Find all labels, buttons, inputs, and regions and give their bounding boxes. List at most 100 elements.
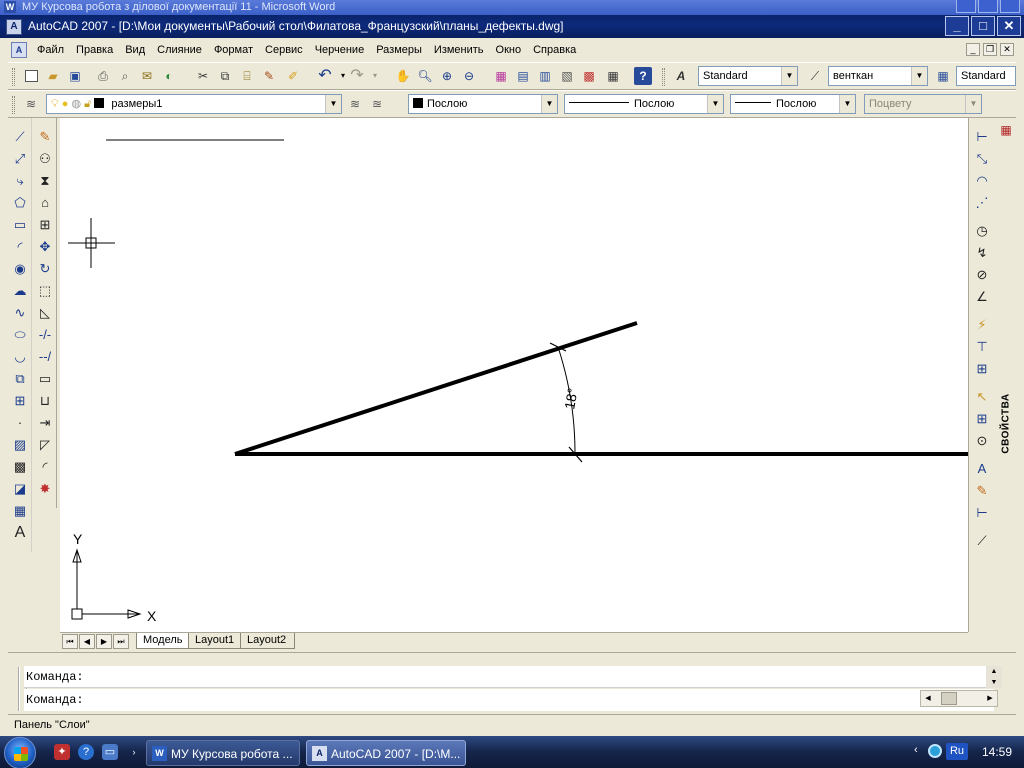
construction-line-icon[interactable]: ⤢ (11, 150, 29, 168)
arc-length-icon[interactable]: ◠ (973, 172, 991, 190)
rectangle-icon[interactable]: ▭ (11, 216, 29, 234)
first-tab-icon[interactable]: ⏮ (62, 634, 78, 649)
diameter-dimension-icon[interactable]: ⊘ (973, 266, 991, 284)
stretch-icon[interactable]: ◺ (36, 304, 54, 322)
text-style-select[interactable]: Standard ▼ (698, 66, 798, 86)
arc-icon[interactable]: ◜ (11, 238, 29, 256)
menu-draw[interactable]: Черчение (309, 40, 371, 60)
close-button[interactable]: ✕ (997, 16, 1021, 36)
autocad-app-icon[interactable]: A (6, 19, 22, 35)
menu-merge[interactable]: Слияние (151, 40, 208, 60)
toolbar-grip[interactable] (12, 68, 15, 86)
linetype-select[interactable]: Послою ▼ (564, 94, 724, 114)
plot-icon[interactable]: ⎙ (94, 67, 112, 85)
dimension-text-edit-icon[interactable]: ✎ (973, 482, 991, 500)
move-icon[interactable]: ✥ (36, 238, 54, 256)
tab-layout1[interactable]: Layout1 (188, 633, 244, 649)
make-object-layer-current-icon[interactable]: ≋ (346, 95, 364, 113)
network-icon[interactable] (928, 744, 942, 758)
tab-layout2[interactable]: Layout2 (240, 633, 296, 649)
multiline-text-icon[interactable]: A (11, 524, 29, 542)
pan-realtime-icon[interactable]: ✋ (394, 67, 412, 85)
table-style-icon[interactable]: ▦ (934, 67, 952, 85)
doc-restore-button[interactable]: ❐ (983, 43, 997, 56)
lineweight-select[interactable]: Послою ▼ (730, 94, 856, 114)
plot-preview-icon[interactable]: ⌕ (116, 67, 134, 85)
last-tab-icon[interactable]: ⏭ (113, 634, 129, 649)
extend-icon[interactable]: --/ (36, 348, 54, 366)
dimension-edit-icon[interactable]: A (973, 460, 991, 478)
layer-previous-icon[interactable]: ≊ (368, 95, 386, 113)
markup-set-icon[interactable]: ▩ (580, 67, 598, 85)
jogged-dimension-icon[interactable]: ↯ (973, 244, 991, 262)
point-icon[interactable]: · (11, 414, 29, 432)
spline-icon[interactable]: ∿ (11, 304, 29, 322)
quick-leader-icon[interactable]: ↖ (973, 388, 991, 406)
save-icon[interactable]: ▣ (66, 67, 84, 85)
open-icon[interactable]: ▰ (44, 67, 62, 85)
scale-icon[interactable]: ⬚ (36, 282, 54, 300)
command-vertical-scrollbar[interactable]: ▲ ▼ (986, 666, 1002, 688)
region-icon[interactable]: ◪ (11, 480, 29, 498)
toolbar-grip[interactable] (662, 68, 665, 86)
tab-model[interactable]: Модель (136, 633, 192, 649)
break-at-point-icon[interactable]: ▭ (36, 370, 54, 388)
chamfer-icon[interactable]: ◸ (36, 436, 54, 454)
properties-palette[interactable]: ▦ СВОЙСТВА (994, 118, 1018, 632)
drawing-canvas[interactable]: 18° Y X (60, 118, 968, 632)
table-style-select[interactable]: Standard (956, 66, 1016, 86)
properties-icon[interactable]: ▦ (492, 67, 510, 85)
dim-style-select[interactable]: венткан ▼ (828, 66, 928, 86)
zoom-window-icon[interactable]: ⊕ (438, 67, 456, 85)
tray-expand-icon[interactable]: ‹ (914, 744, 918, 756)
show-desktop-icon[interactable]: ▭ (102, 744, 118, 760)
taskbar-item-autocad[interactable]: A AutoCAD 2007 - [D:\М... (306, 740, 466, 766)
gradient-icon[interactable]: ▩ (11, 458, 29, 476)
paste-icon[interactable]: ⌸ (238, 67, 256, 85)
baseline-dimension-icon[interactable]: ⊤ (973, 338, 991, 356)
angular-dimension-icon[interactable]: ∠ (973, 288, 991, 306)
maximize-button[interactable]: □ (971, 16, 995, 36)
toolbar-grip[interactable] (12, 96, 15, 114)
layer-select[interactable]: 💡︎ ● ◍ 🔓︎ размеры1 ▼ (46, 94, 342, 114)
design-center-icon[interactable]: ▤ (514, 67, 532, 85)
break-icon[interactable]: ⊔ (36, 392, 54, 410)
quicklaunch-app-icon[interactable]: ✦ (54, 744, 70, 760)
center-mark-icon[interactable]: ⊙ (973, 432, 991, 450)
ellipse-arc-icon[interactable]: ◡ (11, 348, 29, 366)
menu-dimension[interactable]: Размеры (370, 40, 428, 60)
match-properties-icon[interactable]: ✎ (260, 67, 278, 85)
scroll-thumb[interactable] (941, 692, 957, 705)
menu-format[interactable]: Формат (208, 40, 259, 60)
zoom-previous-icon[interactable]: ⊖ (460, 67, 478, 85)
text-style-icon[interactable]: A (672, 67, 690, 85)
sheet-set-icon[interactable]: ▧ (558, 67, 576, 85)
help-center-icon[interactable]: ? (78, 744, 94, 760)
dim-style-icon[interactable]: ⟋ (806, 67, 824, 85)
fillet-icon[interactable]: ◜ (36, 458, 54, 476)
array-icon[interactable]: ⊞ (36, 216, 54, 234)
polygon-icon[interactable]: ⬠ (11, 194, 29, 212)
copy-object-icon[interactable]: ⚇ (36, 150, 54, 168)
rotate-icon[interactable]: ↻ (36, 260, 54, 278)
ordinate-dimension-icon[interactable]: ⋰ (973, 194, 991, 212)
mirror-icon[interactable]: ⧗ (36, 172, 54, 190)
clock[interactable]: 14:59 (982, 736, 1012, 768)
trim-icon[interactable]: -/- (36, 326, 54, 344)
explode-icon[interactable]: ✸ (36, 480, 54, 498)
menu-window[interactable]: Окно (490, 40, 528, 60)
quick-dimension-icon[interactable]: ⚡︎ (973, 316, 991, 334)
erase-icon[interactable]: ✎ (36, 128, 54, 146)
color-select[interactable]: Послою ▼ (408, 94, 558, 114)
publish-icon[interactable]: ✉ (138, 67, 156, 85)
menu-tools[interactable]: Сервис (259, 40, 309, 60)
copy-icon[interactable]: ⧉ (216, 67, 234, 85)
command-horizontal-scrollbar[interactable]: ◀ ▶ (920, 690, 998, 707)
insert-block-icon[interactable]: ⧉ (11, 370, 29, 388)
circle-icon[interactable]: ◉ (11, 260, 29, 278)
make-block-icon[interactable]: ⊞ (11, 392, 29, 410)
menu-edit[interactable]: Правка (70, 40, 119, 60)
tolerance-icon[interactable]: ⊞ (973, 410, 991, 428)
properties-palette-icon[interactable]: ▦ (998, 122, 1014, 138)
continue-dimension-icon[interactable]: ⊞ (973, 360, 991, 378)
